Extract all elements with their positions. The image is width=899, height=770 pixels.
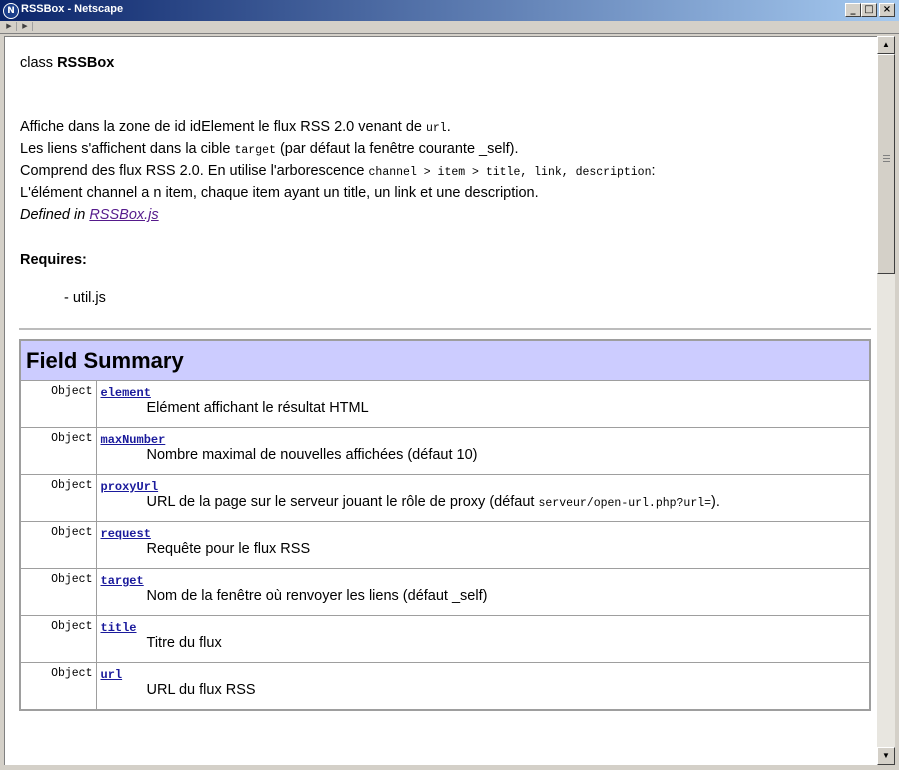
field-type: Object (19, 427, 97, 475)
scroll-thumb[interactable] (877, 54, 895, 274)
requires-heading: Requires: (20, 252, 87, 268)
table-row: Object maxNumber Nombre maximal de nouve… (19, 427, 871, 475)
scroll-down-arrow-icon[interactable]: ▼ (877, 747, 895, 765)
field-description: Titre du flux (146, 635, 222, 651)
table-row: Object element Elément affichant le résu… (19, 380, 871, 428)
desc-text: Comprend des flux RSS 2.0. En utilise l'… (20, 163, 369, 179)
window-controls: _ □ × (845, 3, 895, 17)
field-link-request[interactable]: request (101, 527, 870, 541)
field-link-url[interactable]: url (101, 668, 870, 682)
code-target: target (234, 144, 276, 157)
field-type: Object (19, 474, 97, 522)
description-line-1: Affiche dans la zone de id idElement le … (20, 119, 451, 135)
table-row: Object request Requête pour le flux RSS (19, 521, 871, 569)
code-tree: channel > item > title, link, descriptio… (368, 166, 652, 179)
expand-toolbar-arrow-icon-2[interactable]: ▶ (18, 22, 33, 31)
field-type: Object (19, 521, 97, 569)
field-cell: target Nom de la fenêtre où renvoyer les… (95, 568, 871, 616)
desc-text: (par défaut la fenêtre courante _self). (275, 141, 519, 157)
minimize-button[interactable]: _ (845, 3, 861, 17)
field-cell: title Titre du flux (95, 615, 871, 663)
field-cell: request Requête pour le flux RSS (95, 521, 871, 569)
desc-text: ). (711, 494, 720, 510)
field-summary-table: Field Summary Object element Elément aff… (19, 339, 871, 711)
requires-item: - util.js (64, 290, 106, 306)
desc-text: : (651, 163, 656, 179)
window-title: RSSBox - Netscape (21, 3, 124, 15)
vertical-scrollbar[interactable]: ▲ ▼ (877, 36, 895, 765)
desc-text: Les liens s'affichent dans la cible (20, 141, 235, 157)
page-content: class RSSBox Affiche dans la zone de id … (4, 36, 878, 765)
field-cell: proxyUrl URL de la page sur le serveur j… (95, 474, 871, 522)
field-cell: element Elément affichant le résultat HT… (95, 380, 871, 428)
field-description: Nombre maximal de nouvelles affichées (d… (146, 447, 478, 463)
field-description: Elément affichant le résultat HTML (146, 400, 369, 416)
scroll-up-arrow-icon[interactable]: ▲ (877, 36, 895, 54)
table-row: Object title Titre du flux (19, 615, 871, 663)
description-line-2: Les liens s'affichent dans la cible targ… (20, 141, 519, 157)
class-prefix: class (20, 55, 58, 71)
desc-text: URL de la page sur le serveur jouant le … (146, 494, 539, 510)
collapsed-toolbar-strip: ▶ ▶ (0, 21, 899, 34)
browser-window: N RSSBox - Netscape _ □ × ▶ ▶ class RSSB… (0, 0, 899, 770)
field-description: URL du flux RSS (146, 682, 256, 698)
field-cell: url URL du flux RSS (95, 662, 871, 710)
source-file-link[interactable]: RSSBox.js (89, 207, 158, 223)
field-description: Nom de la fenêtre où renvoyer les liens … (146, 588, 488, 604)
field-link-target[interactable]: target (101, 574, 870, 588)
field-link-proxyurl[interactable]: proxyUrl (101, 480, 870, 494)
field-type: Object (19, 568, 97, 616)
netscape-icon: N (3, 3, 19, 19)
field-type: Object (19, 380, 97, 428)
table-row: Object proxyUrl URL de la page sur le se… (19, 474, 871, 522)
divider (19, 328, 871, 330)
defined-in-label: Defined in (20, 207, 90, 223)
description-line-4: L'élément channel a n item, chaque item … (20, 185, 539, 201)
title-bar[interactable]: N RSSBox - Netscape _ □ × (0, 0, 899, 21)
field-description: URL de la page sur le serveur jouant le … (147, 494, 870, 510)
field-link-maxnumber[interactable]: maxNumber (101, 433, 870, 447)
code-proxy-default: serveur/open-url.php?url= (538, 497, 712, 510)
field-link-element[interactable]: element (101, 386, 870, 400)
table-row: Object target Nom de la fenêtre où renvo… (19, 568, 871, 616)
close-button[interactable]: × (879, 3, 895, 17)
class-heading: class RSSBox (20, 55, 114, 71)
field-type: Object (19, 662, 97, 710)
defined-in: Defined in RSSBox.js (20, 207, 159, 223)
class-name: RSSBox (57, 55, 115, 71)
table-row: Object url URL du flux RSS (19, 662, 871, 710)
field-description: Requête pour le flux RSS (146, 541, 311, 557)
field-link-title[interactable]: title (101, 621, 870, 635)
desc-text: Affiche dans la zone de id idElement le … (20, 119, 426, 135)
field-type: Object (19, 615, 97, 663)
field-cell: maxNumber Nombre maximal de nouvelles af… (95, 427, 871, 475)
field-summary-heading: Field Summary (19, 339, 871, 381)
code-url: url (426, 122, 447, 135)
grip-icon (883, 155, 890, 156)
description-line-3: Comprend des flux RSS 2.0. En utilise l'… (20, 163, 656, 179)
maximize-button[interactable]: □ (861, 3, 877, 17)
expand-toolbar-arrow-icon[interactable]: ▶ (2, 22, 17, 31)
desc-text: . (446, 119, 451, 135)
